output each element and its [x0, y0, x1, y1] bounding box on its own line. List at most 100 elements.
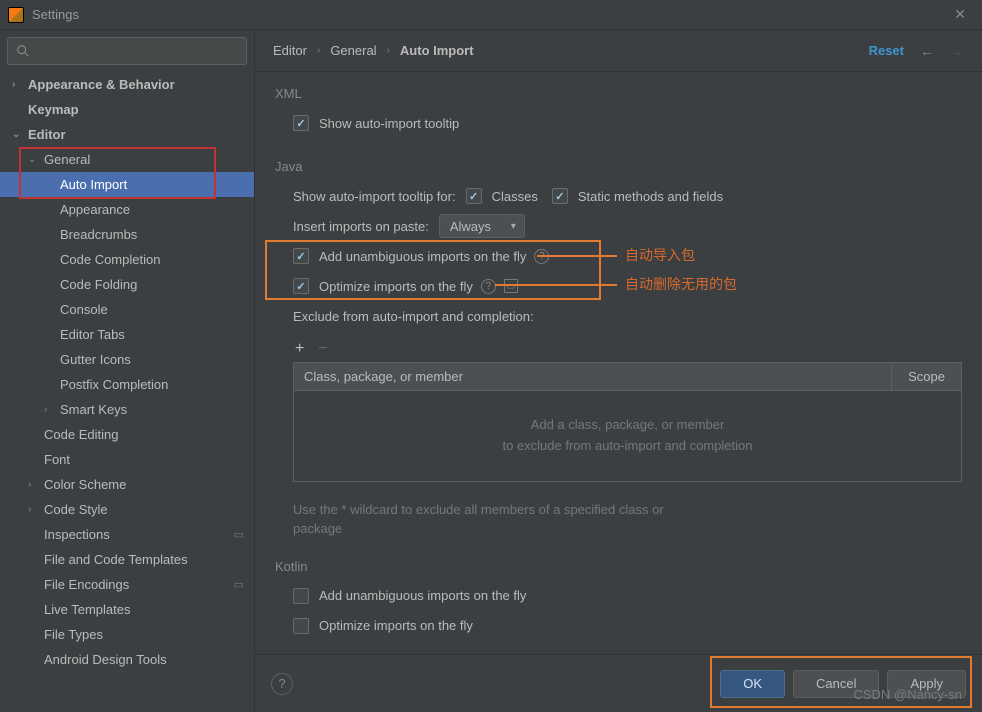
help-button[interactable]: ?	[271, 673, 293, 695]
tree-item-keymap[interactable]: Keymap	[0, 97, 254, 122]
chevron-right-icon: ›	[28, 504, 42, 515]
exclude-table: + − Class, package, or member Scope Add …	[293, 336, 962, 482]
tree-item-label: Console	[60, 302, 108, 317]
java-tooltip-for-label: Show auto-import tooltip for:	[293, 189, 456, 204]
back-icon[interactable]: ←	[920, 43, 934, 59]
section-java: Java	[275, 159, 962, 174]
window-title: Settings	[32, 7, 79, 22]
col-scope: Scope	[891, 363, 961, 390]
kotlin-add-unambiguous-checkbox[interactable]	[293, 588, 309, 604]
tree-item-label: Postfix Completion	[60, 377, 168, 392]
tree-item-gutter-icons[interactable]: Gutter Icons	[0, 347, 254, 372]
kotlin-optimize-label: Optimize imports on the fly	[319, 618, 473, 633]
tree-item-label: Code Folding	[60, 277, 137, 292]
project-scope-icon: ▭	[234, 528, 244, 541]
titlebar: Settings ✕	[0, 0, 982, 30]
chevron-right-icon: ›	[28, 479, 42, 490]
chevron-right-icon: ›	[317, 45, 320, 56]
ok-button[interactable]: OK	[720, 670, 785, 698]
help-icon[interactable]: ?	[534, 249, 549, 264]
add-unambiguous-label: Add unambiguous imports on the fly	[319, 249, 526, 264]
tree-item-general[interactable]: ⌄General	[0, 147, 254, 172]
xml-show-tooltip-label: Show auto-import tooltip	[319, 116, 459, 131]
crumb-general[interactable]: General	[330, 43, 376, 58]
settings-tree[interactable]: ›Appearance & BehaviorKeymap⌄Editor⌄Gene…	[0, 72, 254, 712]
sidebar: ›Appearance & BehaviorKeymap⌄Editor⌄Gene…	[0, 30, 255, 712]
classes-label: Classes	[492, 189, 538, 204]
chevron-down-icon: ⌄	[12, 129, 26, 140]
help-icon[interactable]: ?	[481, 279, 496, 294]
tree-item-label: Code Editing	[44, 427, 118, 442]
project-scope-icon[interactable]: ▭	[504, 279, 518, 293]
kotlin-optimize-checkbox[interactable]	[293, 618, 309, 634]
tree-item-label: Gutter Icons	[60, 352, 131, 367]
crumb-editor[interactable]: Editor	[273, 43, 307, 58]
static-checkbox[interactable]	[552, 188, 568, 204]
tree-item-font[interactable]: Font	[0, 447, 254, 472]
crumb-auto-import: Auto Import	[400, 43, 474, 58]
tree-item-label: Inspections	[44, 527, 110, 542]
tree-item-smart-keys[interactable]: ›Smart Keys	[0, 397, 254, 422]
tree-item-appearance[interactable]: Appearance	[0, 197, 254, 222]
exclude-label: Exclude from auto-import and completion:	[293, 309, 534, 324]
tree-item-inspections[interactable]: Inspections ▭	[0, 522, 254, 547]
tree-item-breadcrumbs[interactable]: Breadcrumbs	[0, 222, 254, 247]
tree-item-label: Auto Import	[60, 177, 127, 192]
tree-item-file-and-code-templates[interactable]: File and Code Templates	[0, 547, 254, 572]
add-icon[interactable]: +	[295, 340, 304, 358]
wildcard-hint: Use the * wildcard to exclude all member…	[293, 500, 713, 539]
tree-item-label: Breadcrumbs	[60, 227, 137, 242]
tree-item-editor-tabs[interactable]: Editor Tabs	[0, 322, 254, 347]
add-unambiguous-checkbox[interactable]	[293, 248, 309, 264]
tree-item-appearance-behavior[interactable]: ›Appearance & Behavior	[0, 72, 254, 97]
chevron-down-icon: ⌄	[28, 154, 42, 165]
table-empty-line2: to exclude from auto-import and completi…	[304, 436, 951, 457]
tree-item-editor[interactable]: ⌄Editor	[0, 122, 254, 147]
search-input-wrap[interactable]	[7, 37, 247, 65]
remove-icon: −	[318, 340, 327, 358]
search-icon	[16, 44, 30, 58]
tree-item-auto-import[interactable]: Auto Import	[0, 172, 254, 197]
tree-item-label: General	[44, 152, 90, 167]
insert-imports-dropdown[interactable]: Always	[439, 214, 525, 238]
col-class: Class, package, or member	[294, 363, 891, 390]
settings-scroll[interactable]: XML Show auto-import tooltip Java Show a…	[255, 72, 982, 712]
reset-link[interactable]: Reset	[869, 43, 904, 58]
tree-item-code-folding[interactable]: Code Folding	[0, 272, 254, 297]
chevron-right-icon: ›	[44, 404, 58, 415]
tree-item-label: File Types	[44, 627, 103, 642]
insert-imports-label: Insert imports on paste:	[293, 219, 429, 234]
search-input[interactable]	[36, 44, 238, 59]
xml-show-tooltip-checkbox[interactable]	[293, 115, 309, 131]
table-empty-line1: Add a class, package, or member	[304, 415, 951, 436]
apply-button[interactable]: Apply	[887, 670, 966, 698]
optimize-imports-checkbox[interactable]	[293, 278, 309, 294]
tree-item-file-encodings[interactable]: File Encodings▭	[0, 572, 254, 597]
tree-item-postfix-completion[interactable]: Postfix Completion	[0, 372, 254, 397]
tree-item-label: File Encodings	[44, 577, 129, 592]
tree-item-label: File and Code Templates	[44, 552, 188, 567]
tree-item-console[interactable]: Console	[0, 297, 254, 322]
tree-item-code-completion[interactable]: Code Completion	[0, 247, 254, 272]
tree-item-color-scheme[interactable]: ›Color Scheme	[0, 472, 254, 497]
optimize-imports-label: Optimize imports on the fly	[319, 279, 473, 294]
tree-item-code-style[interactable]: ›Code Style	[0, 497, 254, 522]
tree-item-code-editing[interactable]: Code Editing	[0, 422, 254, 447]
tree-item-label: Editor Tabs	[60, 327, 125, 342]
close-icon[interactable]: ✕	[946, 2, 974, 27]
classes-checkbox[interactable]	[466, 188, 482, 204]
cancel-button[interactable]: Cancel	[793, 670, 879, 698]
tree-item-label: Code Style	[44, 502, 108, 517]
tree-item-label: Smart Keys	[60, 402, 127, 417]
kotlin-add-unambiguous-label: Add unambiguous imports on the fly	[319, 588, 526, 603]
tree-item-label: Editor	[28, 127, 66, 142]
tree-item-label: Appearance & Behavior	[28, 77, 175, 92]
tree-item-file-types[interactable]: File Types	[0, 622, 254, 647]
forward-icon: →	[950, 43, 964, 59]
insert-imports-value: Always	[450, 219, 491, 234]
chevron-right-icon: ›	[387, 45, 390, 56]
chevron-right-icon: ›	[12, 79, 26, 90]
app-icon	[8, 7, 24, 23]
tree-item-android-design-tools[interactable]: Android Design Tools	[0, 647, 254, 672]
tree-item-live-templates[interactable]: Live Templates	[0, 597, 254, 622]
